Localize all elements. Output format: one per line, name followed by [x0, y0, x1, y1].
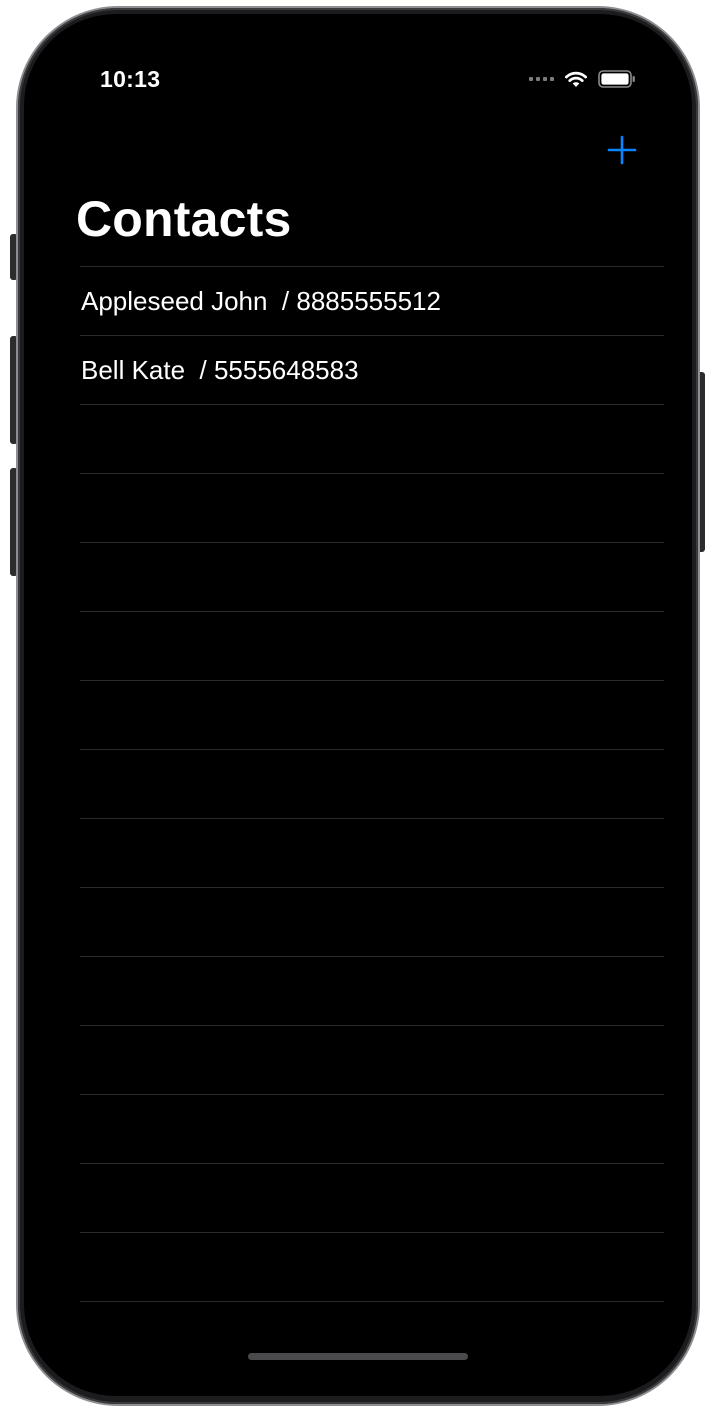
empty-row — [80, 956, 664, 1025]
battery-icon — [598, 70, 636, 88]
page-title: Contacts — [76, 191, 292, 247]
volume-up-button — [10, 336, 18, 444]
empty-row — [80, 749, 664, 818]
wifi-icon — [564, 70, 588, 88]
contact-label: Appleseed John / 8885555512 — [81, 285, 441, 316]
power-button — [697, 372, 705, 552]
empty-row — [80, 1232, 664, 1301]
status-time: 10:13 — [100, 66, 161, 92]
home-indicator — [248, 1353, 468, 1360]
contact-row[interactable]: Bell Kate / 5555648583 — [80, 335, 664, 404]
empty-row — [80, 887, 664, 956]
empty-row — [80, 404, 664, 473]
volume-down-button — [10, 468, 18, 576]
empty-row — [80, 611, 664, 680]
empty-row — [80, 818, 664, 887]
empty-row — [80, 680, 664, 749]
empty-row — [80, 1163, 664, 1232]
empty-row — [80, 1094, 664, 1163]
contact-row[interactable]: Appleseed John / 8885555512 — [80, 266, 664, 335]
status-icons — [529, 70, 636, 88]
contact-list: Appleseed John / 8885555512 Bell Kate / 5… — [80, 266, 664, 1370]
empty-row — [80, 473, 664, 542]
screen: 10:13 Contacts Appleseed John / 88855555… — [24, 14, 692, 1396]
empty-row — [80, 1025, 664, 1094]
contact-label: Bell Kate / 5555648583 — [81, 354, 359, 385]
add-contact-button[interactable] — [604, 132, 640, 168]
signal-icon — [529, 77, 554, 81]
plus-icon — [607, 135, 637, 165]
empty-row — [80, 542, 664, 611]
silent-switch — [10, 234, 18, 280]
